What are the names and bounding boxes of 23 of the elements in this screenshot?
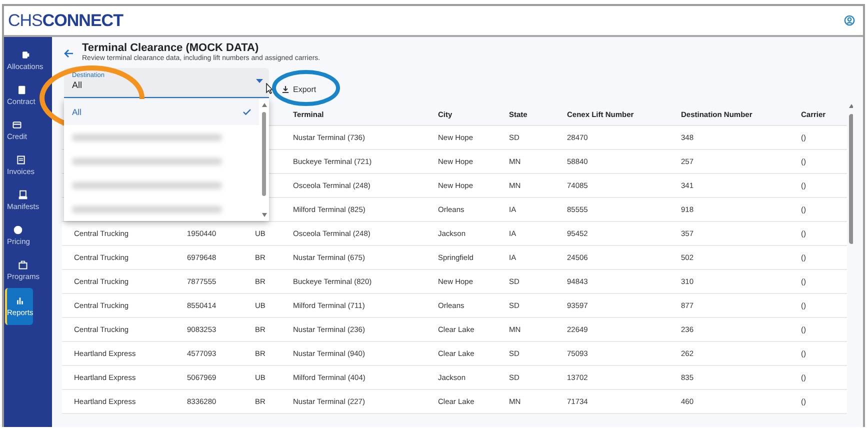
nav-icon (16, 155, 26, 165)
nav-icon (13, 225, 24, 235)
scroll-up-icon[interactable] (849, 104, 853, 108)
dropdown-option[interactable]: All (64, 99, 259, 125)
highlight-ellipse (272, 70, 340, 106)
scroll-up-icon[interactable] (262, 103, 266, 107)
nav-icon (18, 260, 28, 270)
nav-icon (16, 85, 26, 95)
page-title: Terminal Clearance (MOCK DATA) (82, 42, 260, 54)
export-button[interactable]: Export (276, 80, 322, 98)
account-icon[interactable] (844, 15, 855, 26)
scrollbar[interactable] (261, 103, 267, 217)
nav-icon (12, 120, 22, 130)
download-icon (282, 86, 289, 92)
nav-icon (20, 50, 30, 60)
back-arrow-icon (64, 49, 74, 58)
dropdown-caret-icon (256, 79, 263, 83)
mouse-pointer-icon (266, 83, 273, 94)
check-icon (243, 109, 251, 115)
logo: CHSCONNECT (8, 10, 123, 30)
scroll-down-icon[interactable] (262, 213, 266, 217)
nav-icon (18, 190, 28, 200)
nav-icon (15, 296, 26, 306)
